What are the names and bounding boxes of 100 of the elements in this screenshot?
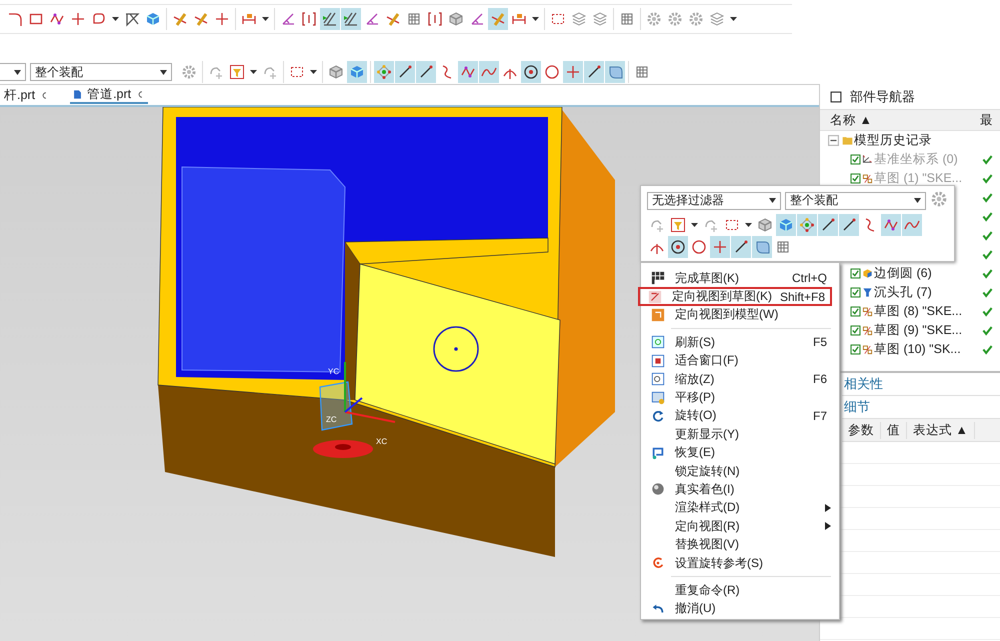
circle-icon (544, 64, 560, 80)
pencil-icon (385, 11, 401, 27)
caret-icon (14, 70, 21, 74)
type-filter-dropdown[interactable]: 无选择过滤器 (647, 192, 782, 210)
dropdown[interactable] (0, 63, 26, 81)
menu-item[interactable]: 平移(P) (641, 388, 839, 407)
checkbox[interactable] (850, 344, 861, 355)
toolbar-button[interactable] (521, 61, 541, 83)
caret-icon (250, 70, 257, 74)
orient-sketch-icon (648, 290, 662, 304)
pencil-icon (193, 11, 209, 27)
menu-item[interactable]: 缩放(Z) F6 (641, 370, 839, 388)
column-header[interactable]: 最 (970, 112, 993, 128)
menu-item[interactable]: 恢复(E) (641, 444, 839, 462)
pan-icon (651, 390, 665, 405)
menu-item[interactable]: 定向视图(R) (641, 517, 839, 536)
menu-item[interactable]: 真实着色(I) (641, 480, 839, 499)
checkbox[interactable] (850, 325, 861, 336)
checkbox[interactable] (850, 268, 861, 279)
toolbar-button[interactable] (341, 8, 361, 30)
scope-dropdown[interactable]: 整个装配 (785, 192, 926, 210)
menu-item[interactable]: 定向视图到模型(W) (641, 306, 839, 324)
tree-item[interactable]: 草图 (8) "SKE... (874, 303, 962, 320)
axis-label: XC (376, 437, 388, 446)
tree-item[interactable]: 边倒圆 (6) (874, 265, 932, 282)
column-header[interactable]: 参数 (842, 422, 881, 438)
column-header[interactable]: 名称 ▲ (820, 112, 970, 128)
gear-icon (930, 190, 948, 208)
menu-item[interactable]: 定向视图到草图(K) Shift+F8 (638, 287, 832, 306)
layers-icon (592, 11, 608, 27)
tree-item[interactable]: 草图 (10) "SK... (874, 341, 961, 358)
menu-item[interactable]: 锁定旋转(N) (641, 462, 839, 480)
menu-item[interactable]: 旋转(O) F7 (641, 406, 839, 426)
toolbar-button[interactable] (668, 236, 688, 258)
panel-window-icon (830, 91, 842, 103)
cube-outline-icon (757, 217, 773, 233)
face-icon (607, 64, 623, 80)
polyline-icon (49, 11, 65, 27)
checkbox[interactable] (850, 173, 861, 184)
grid-icon (406, 11, 422, 27)
section-header[interactable]: 相关性 (842, 373, 1000, 396)
dimension-icon (241, 11, 257, 27)
sketch-icon (862, 306, 873, 317)
caret-icon (691, 223, 698, 227)
column-header[interactable]: 值 (881, 422, 907, 438)
checkbox[interactable] (850, 154, 861, 165)
cube-outline-icon (448, 11, 464, 27)
part-icon (72, 88, 84, 100)
tree-item[interactable]: 草图 (9) "SKE... (874, 322, 962, 339)
line-icon (397, 64, 413, 80)
menu-item[interactable]: 替换视图(V) (641, 535, 839, 554)
menu-item[interactable]: 撤消(U) (641, 600, 839, 618)
plus-icon (565, 64, 581, 80)
caret-icon (262, 17, 269, 21)
menu-item[interactable]: 完成草图(K) Ctrl+Q (641, 269, 839, 288)
toolbar-button[interactable] (395, 61, 415, 83)
toolbar-button[interactable] (731, 236, 751, 258)
plus-icon (712, 239, 728, 255)
caret-icon (730, 17, 737, 21)
file-tab[interactable]: 杆.prt (2, 86, 52, 104)
tree-item[interactable]: 沉头孔 (7) (874, 284, 932, 301)
refresh-icon (651, 335, 665, 350)
toolbar-button[interactable] (839, 214, 859, 236)
angle-icon (364, 11, 380, 27)
column-header[interactable]: 表达式 ▲ (907, 422, 975, 438)
collapse-toggle[interactable] (828, 135, 839, 146)
toolbar-button[interactable] (584, 61, 604, 83)
grid-icon (775, 239, 791, 255)
line-icon (586, 64, 602, 80)
toolbar-button[interactable] (818, 214, 838, 236)
tree-item[interactable]: 模型历史记录 (854, 132, 932, 149)
toolbar-button[interactable] (320, 8, 340, 30)
caret-icon (160, 70, 167, 74)
menu-item[interactable]: 适合窗口(F) (641, 352, 839, 370)
corner-line-icon (7, 11, 23, 27)
caret-icon (914, 198, 921, 203)
face-icon (754, 239, 770, 255)
angle-icon (280, 11, 296, 27)
sketch-icon (862, 173, 873, 184)
menu-item[interactable]: 重复命令(R) (641, 581, 839, 600)
grid-icon (634, 64, 650, 80)
menu-item[interactable]: 更新显示(Y) (641, 425, 839, 444)
sketch-icon (862, 325, 873, 336)
constraint-icon (343, 11, 359, 27)
file-tab[interactable]: 管道.prt (70, 86, 148, 104)
polyline-icon (460, 64, 476, 80)
scope-dropdown[interactable]: 整个装配 (30, 63, 172, 81)
gear-icon (667, 11, 683, 27)
gear-icon (646, 11, 662, 27)
checkbox[interactable] (850, 287, 861, 298)
selection-box-icon (724, 217, 740, 233)
menu-item[interactable]: 渲染样式(D) (641, 498, 839, 518)
checkbox[interactable] (850, 306, 861, 317)
plus-icon (214, 11, 230, 27)
menu-item[interactable]: 刷新(S) F5 (641, 333, 839, 352)
selection-box-icon (550, 11, 566, 27)
sphere-icon (651, 482, 665, 496)
caret-icon (112, 17, 119, 21)
toolbar-button[interactable] (416, 61, 436, 83)
menu-item[interactable]: 设置旋转参考(S) (641, 554, 839, 572)
